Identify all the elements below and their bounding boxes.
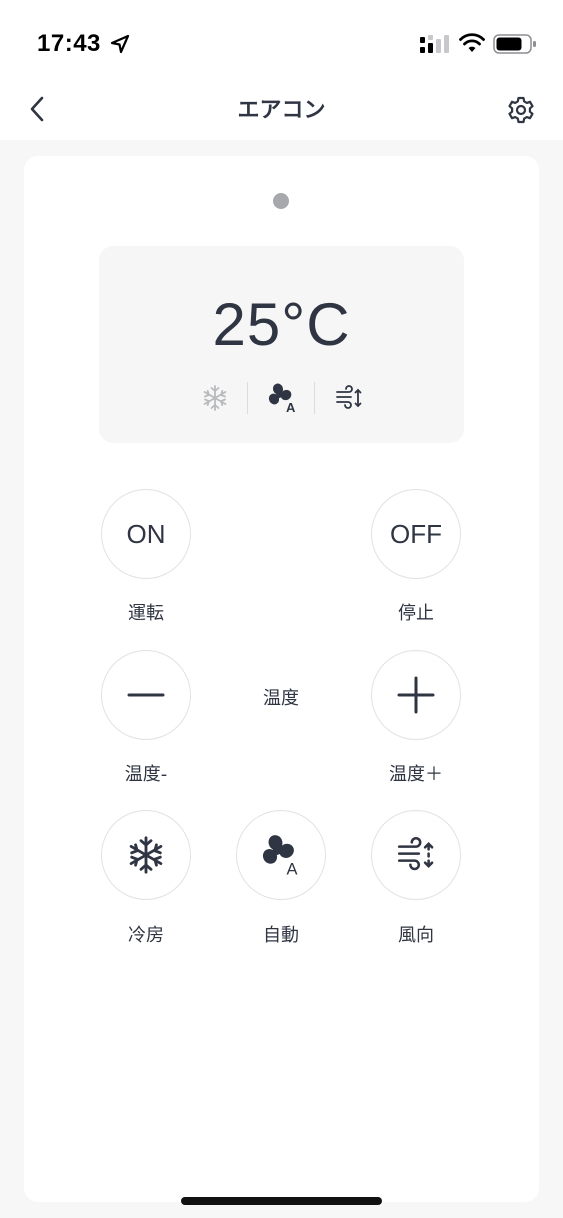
home-indicator[interactable] bbox=[181, 1197, 382, 1205]
location-arrow-icon bbox=[110, 34, 130, 54]
page-title: エアコン bbox=[237, 98, 326, 123]
mode-divider bbox=[314, 382, 315, 414]
fan-auto-icon: A bbox=[262, 835, 298, 877]
power-on-button[interactable]: ON bbox=[101, 489, 191, 579]
status-bar: 17:43 bbox=[0, 0, 563, 80]
power-off-label: 停止 bbox=[398, 603, 434, 624]
snowflake-icon bbox=[129, 836, 163, 874]
cool-mode-button[interactable] bbox=[101, 810, 191, 900]
status-time: 17:43 bbox=[37, 30, 101, 57]
power-off-text: OFF bbox=[390, 518, 442, 549]
auto-fan-button[interactable]: A bbox=[236, 810, 326, 900]
temperature-readout: 25°C bbox=[212, 291, 351, 358]
svg-text:A: A bbox=[286, 400, 296, 414]
gear-icon bbox=[508, 96, 534, 124]
battery-icon bbox=[493, 34, 536, 54]
fan-auto-icon: A bbox=[264, 380, 300, 416]
snowflake-icon bbox=[197, 380, 233, 416]
mode-divider bbox=[247, 382, 248, 414]
temperature-down-label: 温度- bbox=[124, 764, 168, 785]
status-indicator-dot bbox=[273, 193, 289, 209]
power-on-text: ON bbox=[126, 518, 166, 549]
temperature-up-button[interactable] bbox=[371, 650, 461, 740]
wind-direction-icon bbox=[397, 836, 434, 871]
plus-icon bbox=[397, 676, 435, 714]
power-off-button[interactable]: OFF bbox=[371, 489, 461, 579]
mode-status-row: A bbox=[99, 380, 464, 416]
wind-direction-label: 風向 bbox=[398, 925, 434, 946]
wind-direction-button[interactable] bbox=[371, 810, 461, 900]
temperature-down-button[interactable] bbox=[101, 650, 191, 740]
minus-icon bbox=[127, 693, 165, 697]
remote-card: 25°C A ON 運転 OFF 停止 温度- 温度 温度＋ 冷房 A 自動 風… bbox=[24, 156, 539, 1202]
status-display-panel: 25°C A bbox=[99, 246, 464, 443]
wifi-icon bbox=[459, 33, 485, 52]
temperature-up-label: 温度＋ bbox=[389, 764, 443, 785]
cellular-signal-icon bbox=[420, 35, 449, 53]
temperature-center-label: 温度 bbox=[263, 688, 299, 709]
settings-button[interactable] bbox=[503, 92, 539, 128]
nav-bar: エアコン bbox=[0, 80, 563, 140]
wind-direction-icon bbox=[331, 380, 367, 416]
svg-text:A: A bbox=[287, 860, 298, 877]
auto-fan-label: 自動 bbox=[263, 925, 299, 946]
power-on-label: 運転 bbox=[128, 603, 164, 624]
cool-mode-label: 冷房 bbox=[128, 925, 164, 946]
